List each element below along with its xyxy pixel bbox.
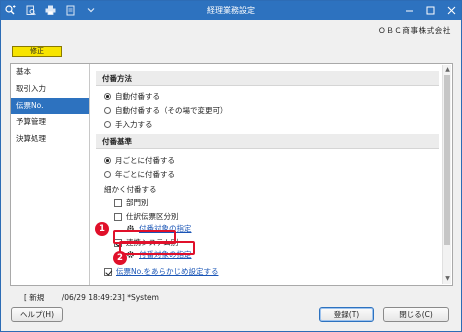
checkbox-label: 仕訳伝票区分別 [126, 212, 179, 221]
highlight-target-spec [119, 241, 195, 255]
maximize-icon[interactable] [425, 4, 436, 16]
sidebar-item-basic[interactable]: 基本 [11, 64, 89, 81]
scroll-up-icon[interactable]: ▲ [444, 66, 451, 74]
radio-label: 月ごとに付番する [115, 156, 175, 165]
sidebar-item-budget[interactable]: 予算管理 [11, 114, 89, 131]
callout-badge-1: 1 [95, 222, 109, 236]
status-line: [ 新規 /06/29 18:49:23] *System [24, 293, 159, 302]
checkbox[interactable] [114, 212, 122, 221]
radio-label: 年ごとに付番する [115, 170, 175, 179]
radio-button[interactable] [104, 157, 111, 164]
vertical-scrollbar[interactable]: ▲ ▼ [442, 65, 451, 284]
radio-label: 自動付番する（その場で変更可） [115, 106, 228, 115]
minimize-icon[interactable] [404, 4, 415, 16]
preset-voucher-link[interactable]: 伝票No.をあらかじめ設定する [116, 266, 218, 277]
checkbox[interactable] [114, 198, 122, 207]
detail-numbering-label: 細かく付番する [104, 185, 157, 194]
close-button[interactable]: 閉じる(C) [383, 307, 449, 322]
checkbox-by-journal-type[interactable]: 仕訳伝票区分別 [114, 211, 179, 222]
register-button[interactable]: 登録(T) [319, 307, 374, 322]
sidebar: 基本 取引入力 伝票No. 予算管理 決算処理 [11, 64, 90, 285]
callout-badge-2: 2 [113, 251, 127, 265]
scroll-down-icon[interactable]: ▼ [444, 275, 451, 283]
sidebar-item-transaction-entry[interactable]: 取引入力 [11, 81, 89, 98]
window-controls [404, 4, 457, 16]
mode-badge: 修正 [12, 46, 62, 57]
radio-button[interactable] [104, 121, 111, 128]
checkbox-preset-voucher-no[interactable]: 伝票No.をあらかじめ設定する [104, 266, 218, 277]
close-icon[interactable] [446, 4, 457, 16]
sidebar-item-closing[interactable]: 決算処理 [11, 131, 89, 148]
title-bar: 経理業務設定 [1, 1, 461, 20]
checkbox[interactable] [104, 267, 112, 276]
radio-button[interactable] [104, 171, 111, 178]
radio-button[interactable] [104, 93, 111, 100]
sidebar-item-voucher-no[interactable]: 伝票No. [11, 97, 89, 115]
window-title: 経理業務設定 [207, 6, 255, 15]
checkbox-by-department[interactable]: 部門別 [114, 197, 149, 208]
radio-auto-number[interactable]: 自動付番する [104, 91, 160, 102]
section-heading-numbering-method: 付番方法 [96, 71, 439, 86]
section-heading-numbering-basis: 付番基準 [96, 134, 439, 149]
settings-panel: 基本 取引入力 伝票No. 予算管理 決算処理 付番方法 自動付番する 自動付番… [10, 63, 453, 286]
radio-label: 自動付番する [115, 92, 160, 101]
help-button[interactable]: ヘルプ(H) [11, 307, 63, 322]
settings-window: 経理業務設定 ＯＢＣ商事株式会社 修正 基本 取引入力 伝票No. 予算管理 決… [0, 0, 462, 332]
radio-manual-entry[interactable]: 手入力する [104, 119, 153, 130]
radio-button[interactable] [104, 107, 111, 114]
radio-yearly[interactable]: 年ごとに付番する [104, 169, 175, 180]
radio-auto-number-editable[interactable]: 自動付番する（その場で変更可） [104, 105, 228, 116]
radio-monthly[interactable]: 月ごとに付番する [104, 155, 175, 166]
company-name: ＯＢＣ商事株式会社 [378, 26, 451, 35]
scroll-thumb[interactable] [444, 75, 450, 245]
checkbox-label: 部門別 [126, 198, 149, 207]
radio-label: 手入力する [115, 120, 153, 129]
